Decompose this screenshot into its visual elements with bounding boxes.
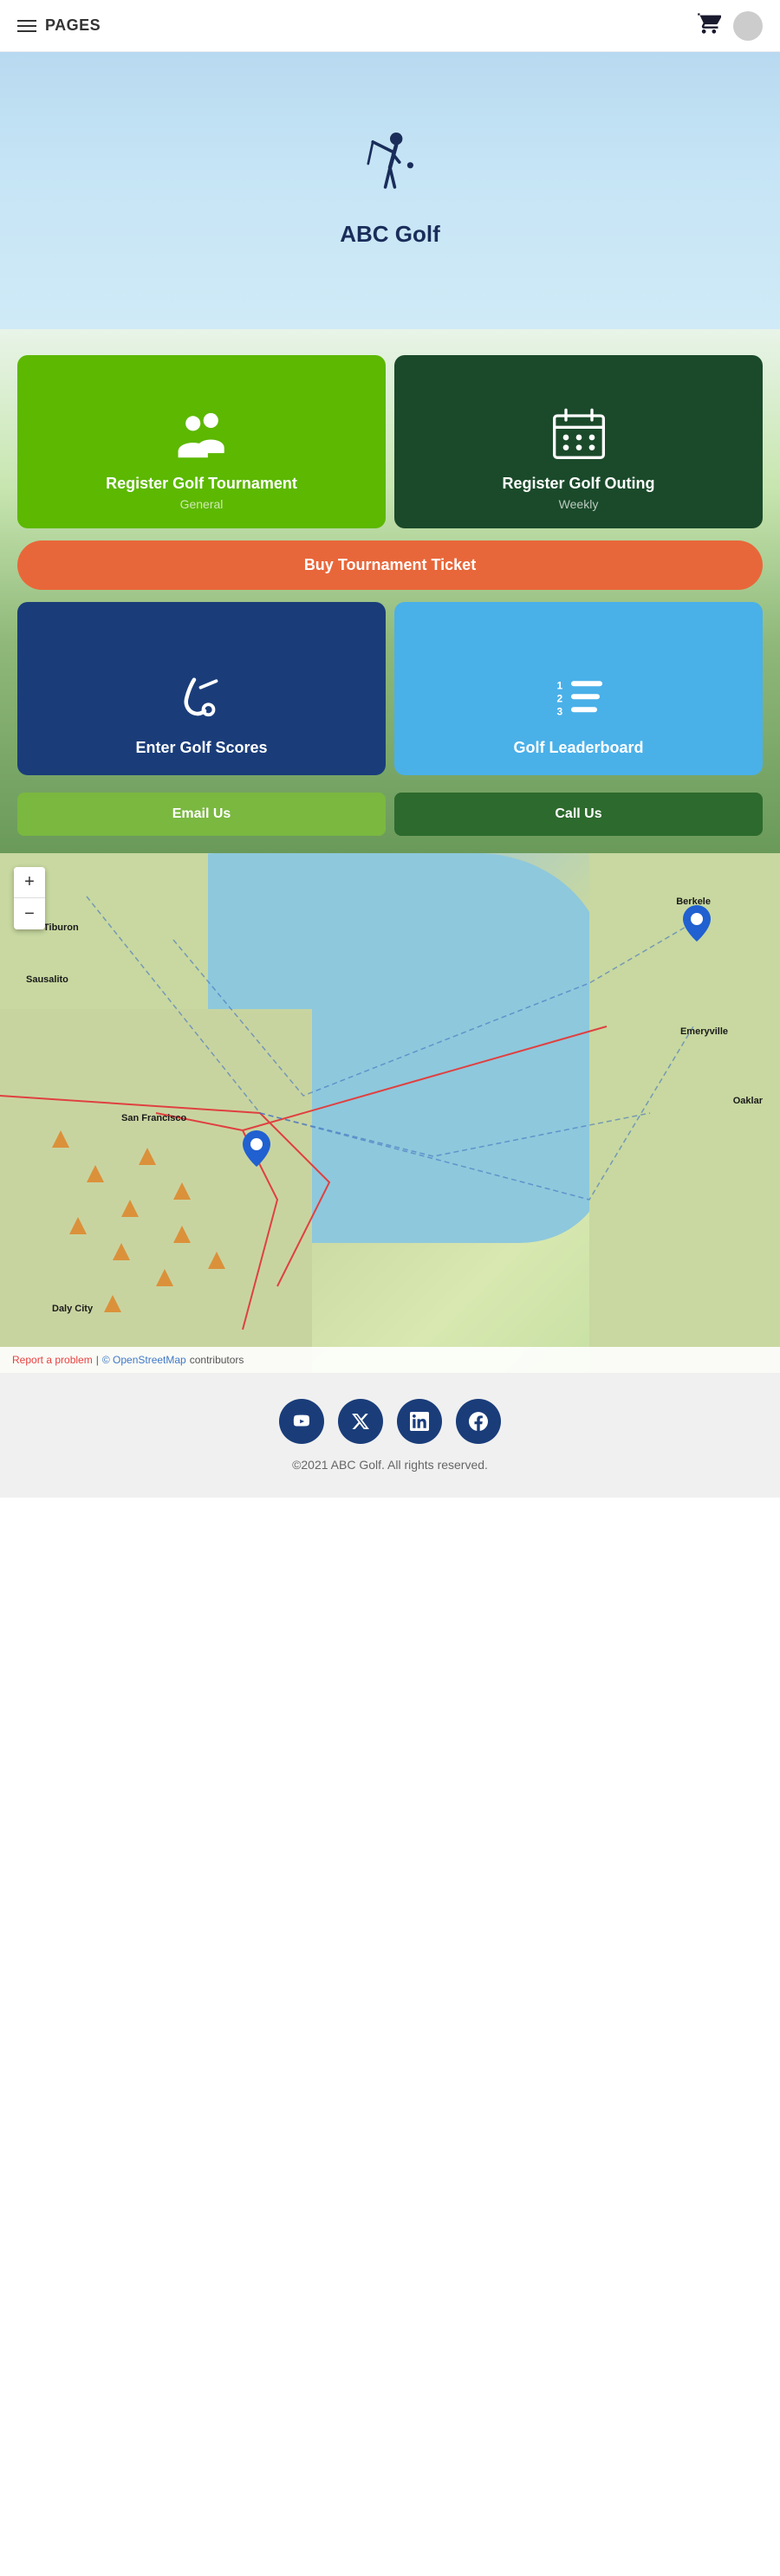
hamburger-menu-icon[interactable] <box>17 20 36 32</box>
cart-icon[interactable] <box>697 11 721 40</box>
zoom-out-button[interactable]: − <box>14 898 45 929</box>
map-controls: + − <box>14 867 45 929</box>
bottom-cards-grid: Enter Golf Scores 1 2 3 Golf Leaderboard <box>17 602 763 775</box>
call-us-button[interactable]: Call Us <box>394 793 763 836</box>
golfer-icon <box>351 125 429 207</box>
footer-section: ©2021 ABC Golf. All rights reserved. <box>0 1373 780 1498</box>
register-outing-card[interactable]: Register Golf Outing Weekly <box>394 355 763 528</box>
linkedin-button[interactable] <box>397 1399 442 1444</box>
golf-scores-card[interactable]: Enter Golf Scores <box>17 602 386 775</box>
contact-buttons: Email Us Call Us <box>17 793 763 853</box>
golf-leaderboard-title: Golf Leaderboard <box>513 738 643 758</box>
scores-icon <box>176 671 228 728</box>
buy-ticket-button[interactable]: Buy Tournament Ticket <box>17 540 763 590</box>
top-cards-grid: Register Golf Tournament General <box>17 355 763 528</box>
register-outing-subtitle: Weekly <box>559 497 599 511</box>
pages-label: PAGES <box>45 16 101 35</box>
header-right <box>697 11 763 41</box>
map-container[interactable]: Tiburon Sausalito San Francisco Daly Cit… <box>0 853 780 1373</box>
facebook-button[interactable] <box>456 1399 501 1444</box>
avatar[interactable] <box>733 11 763 41</box>
email-us-button[interactable]: Email Us <box>17 793 386 836</box>
hero-section: ABC Golf <box>0 52 780 329</box>
register-outing-title: Register Golf Outing <box>502 474 654 494</box>
svg-text:1: 1 <box>556 679 562 691</box>
main-content: Register Golf Tournament General <box>0 329 780 853</box>
map-pin-main <box>243 1130 270 1167</box>
contributors-text: contributors <box>190 1354 244 1366</box>
report-problem-link[interactable]: Report a problem <box>12 1354 93 1366</box>
header-left: PAGES <box>17 16 101 35</box>
svg-text:2: 2 <box>556 692 562 704</box>
zoom-in-button[interactable]: + <box>14 867 45 898</box>
twitter-button[interactable] <box>338 1399 383 1444</box>
map-section: Tiburon Sausalito San Francisco Daly Cit… <box>0 853 780 1373</box>
golf-leaderboard-card[interactable]: 1 2 3 Golf Leaderboard <box>394 602 763 775</box>
register-tournament-subtitle: General <box>180 497 224 511</box>
map-pin-top <box>683 905 711 942</box>
footer-copyright: ©2021 ABC Golf. All rights reserved. <box>292 1458 488 1472</box>
social-row <box>279 1399 501 1444</box>
map-separator: | <box>96 1354 99 1366</box>
register-tournament-card[interactable]: Register Golf Tournament General <box>17 355 386 528</box>
tournament-icon <box>172 407 232 463</box>
outing-icon <box>549 407 609 463</box>
svg-text:3: 3 <box>556 705 562 717</box>
osm-link[interactable]: © OpenStreetMap <box>102 1354 186 1366</box>
map-footer: Report a problem | © OpenStreetMap contr… <box>0 1347 780 1373</box>
golf-scores-title: Enter Golf Scores <box>135 738 267 758</box>
register-tournament-title: Register Golf Tournament <box>106 474 297 494</box>
leaderboard-icon: 1 2 3 <box>553 671 605 728</box>
header: PAGES <box>0 0 780 52</box>
hero-title: ABC Golf <box>340 221 440 248</box>
youtube-button[interactable] <box>279 1399 324 1444</box>
